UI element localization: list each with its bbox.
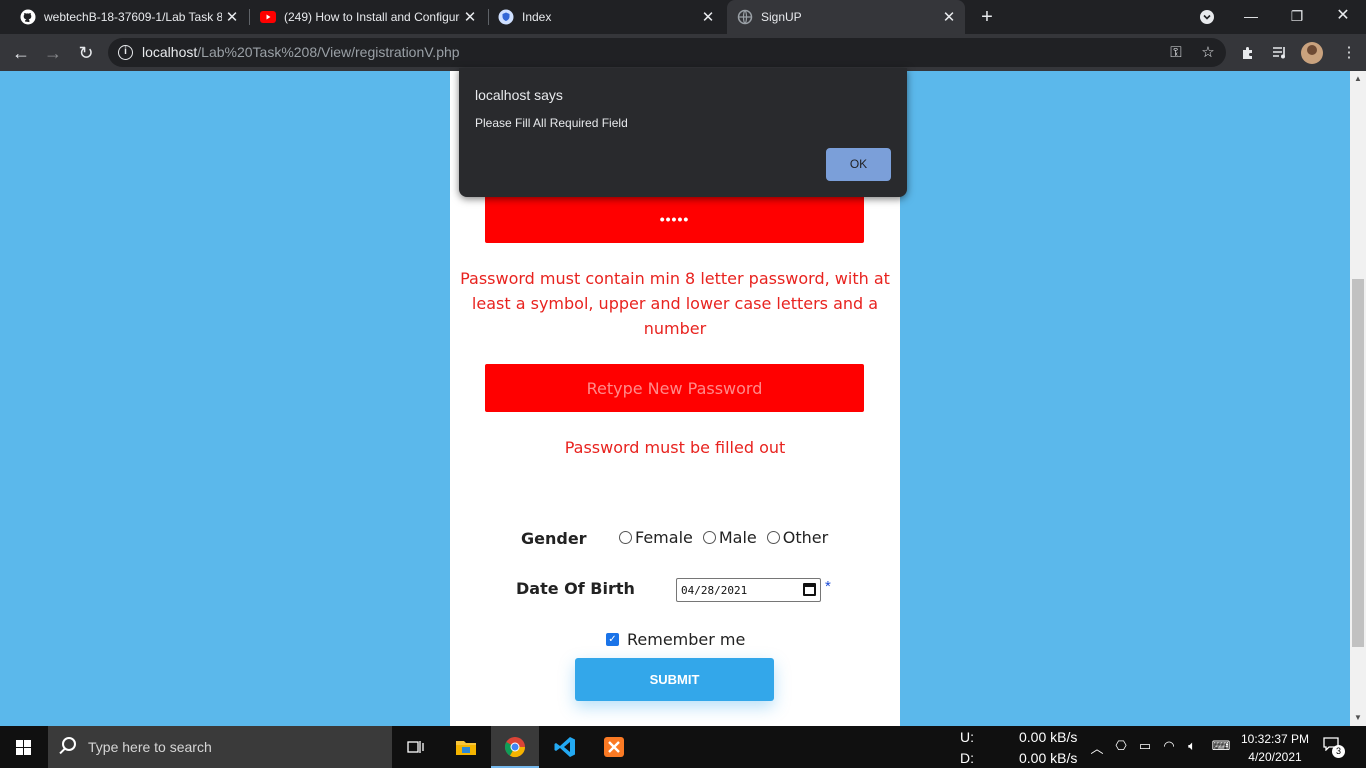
profile-avatar[interactable]	[1301, 42, 1323, 64]
retype-password-error: Password must be filled out	[564, 438, 786, 457]
required-mark: *	[825, 578, 831, 595]
ok-button[interactable]: OK	[826, 148, 891, 181]
tab-search-button[interactable]	[1184, 0, 1230, 34]
site-info-icon[interactable]: i	[118, 45, 133, 60]
scroll-down-arrow-icon[interactable]: ▼	[1350, 710, 1366, 726]
url-text: localhost/Lab%20Task%208/View/registrati…	[142, 44, 460, 60]
close-tab-icon[interactable]: ✕	[698, 8, 718, 26]
file-explorer-icon[interactable]	[442, 726, 490, 768]
gender-other-radio[interactable]	[766, 531, 780, 544]
gender-male-radio[interactable]	[702, 531, 716, 544]
retype-password-field[interactable]: Retype New Password	[485, 364, 864, 412]
wifi-icon[interactable]: ◠	[1160, 738, 1178, 754]
tab-title: SignUP	[761, 10, 802, 24]
vscode-icon[interactable]	[541, 726, 589, 768]
windows-logo-icon	[16, 740, 31, 755]
volume-icon[interactable]: 🔈︎	[1183, 738, 1201, 754]
tab-title: Index	[522, 10, 552, 24]
notification-center-icon[interactable]: 3	[1323, 737, 1345, 758]
notification-badge: 3	[1332, 745, 1345, 758]
windows-taskbar: Type here to search U: D: 0.00 kB/s 0.00…	[0, 726, 1366, 768]
chevron-up-icon[interactable]: ︿	[1088, 738, 1106, 757]
clock-date: 4/20/2021	[1248, 750, 1302, 764]
scroll-up-arrow-icon[interactable]: ▲	[1350, 71, 1366, 87]
dob-date-input[interactable]: 04/28/2021	[676, 578, 821, 602]
youtube-icon	[260, 9, 276, 25]
chrome-taskbar-icon[interactable]	[491, 726, 539, 768]
system-clock[interactable]: 10:32:37 PM 4/20/2021	[1237, 730, 1313, 766]
bookmark-star-icon[interactable]: ☆	[1198, 43, 1218, 63]
net-download-label: D:	[960, 750, 974, 766]
address-bar[interactable]: i localhost/Lab%20Task%208/View/registra…	[108, 38, 1226, 67]
xampp-icon[interactable]	[590, 726, 638, 768]
submit-button[interactable]: SUBMIT	[575, 658, 774, 701]
net-download-speed: 0.00 kB/s	[1019, 750, 1078, 766]
remember-me: ✓ Remember me	[606, 630, 745, 649]
net-upload-speed: 0.00 kB/s	[1019, 729, 1078, 745]
clock-time: 10:32:37 PM	[1240, 732, 1310, 746]
meet-now-icon[interactable]: ⎔	[1112, 738, 1130, 754]
retype-password-placeholder: Retype New Password	[586, 378, 763, 398]
gender-female-label: Female	[635, 528, 693, 547]
tab-title: webtechB-18-37609-1/Lab Task 8	[44, 10, 222, 24]
password-error: Password must contain min 8 letter passw…	[460, 269, 890, 338]
close-tab-icon[interactable]: ✕	[939, 8, 959, 26]
remember-me-label: Remember me	[627, 630, 746, 649]
tab-youtube[interactable]: (249) How to Install and Configure ✕	[252, 0, 486, 34]
forward-button[interactable]: →	[40, 40, 66, 66]
search-placeholder: Type here to search	[88, 739, 212, 755]
dob-label: Date Of Birth	[516, 579, 635, 598]
restore-button[interactable]: ❐	[1274, 0, 1320, 34]
remember-me-checkbox[interactable]: ✓	[606, 633, 619, 646]
new-tab-button[interactable]: +	[977, 5, 997, 29]
alert-dialog: localhost says Please Fill All Required …	[459, 68, 907, 197]
key-icon[interactable]: ⚿	[1166, 43, 1186, 63]
gender-female-radio[interactable]	[619, 531, 632, 544]
keyboard-icon[interactable]: ⌨	[1209, 738, 1233, 754]
taskbar-search-box[interactable]: Type here to search	[48, 726, 392, 768]
start-button[interactable]	[0, 726, 48, 768]
gender-label: Gender	[521, 529, 587, 548]
close-tab-icon[interactable]: ✕	[222, 8, 242, 26]
menu-icon[interactable]: ⋮	[1338, 42, 1360, 64]
media-control-icon[interactable]	[1269, 42, 1291, 64]
browser-toolbar: ← → ↻ i localhost/Lab%20Task%208/View/re…	[0, 34, 1366, 71]
tab-index[interactable]: Index ✕	[490, 0, 724, 34]
gender-male-label: Male	[718, 528, 757, 547]
scrollbar-thumb[interactable]	[1352, 279, 1364, 647]
gender-radio-group: Female Male Other	[619, 528, 838, 547]
dialog-message: Please Fill All Required Field	[475, 116, 628, 130]
tab-title: (249) How to Install and Configure	[284, 10, 460, 24]
github-icon	[20, 9, 36, 25]
password-field[interactable]: •••••	[485, 195, 864, 243]
tab-signup[interactable]: SignUP ✕	[727, 0, 965, 34]
page-scrollbar[interactable]: ▲ ▼	[1350, 71, 1366, 726]
battery-icon[interactable]: ▭	[1136, 738, 1154, 754]
globe-icon	[737, 9, 753, 25]
close-window-button[interactable]: ✕	[1320, 0, 1366, 34]
tab-github[interactable]: webtechB-18-37609-1/Lab Task 8 ✕	[12, 0, 248, 34]
tab-strip: webtechB-18-37609-1/Lab Task 8 ✕ (249) H…	[0, 0, 1366, 34]
close-tab-icon[interactable]: ✕	[460, 8, 480, 26]
tab-separator	[488, 9, 489, 25]
extensions-icon[interactable]	[1237, 42, 1259, 64]
search-icon	[62, 737, 76, 751]
password-value: •••••	[659, 211, 690, 227]
back-button[interactable]: ←	[8, 40, 34, 66]
shield-icon	[498, 9, 514, 25]
dob-value: 04/28/2021	[681, 584, 748, 597]
task-view-icon[interactable]	[392, 726, 440, 768]
reload-button[interactable]: ↻	[73, 40, 99, 66]
dialog-title: localhost says	[475, 87, 563, 103]
minimize-button[interactable]: —	[1228, 0, 1274, 34]
tab-separator	[249, 9, 250, 25]
net-upload-label: U:	[960, 729, 974, 745]
calendar-icon[interactable]	[803, 583, 816, 596]
gender-other-label: Other	[782, 528, 829, 547]
